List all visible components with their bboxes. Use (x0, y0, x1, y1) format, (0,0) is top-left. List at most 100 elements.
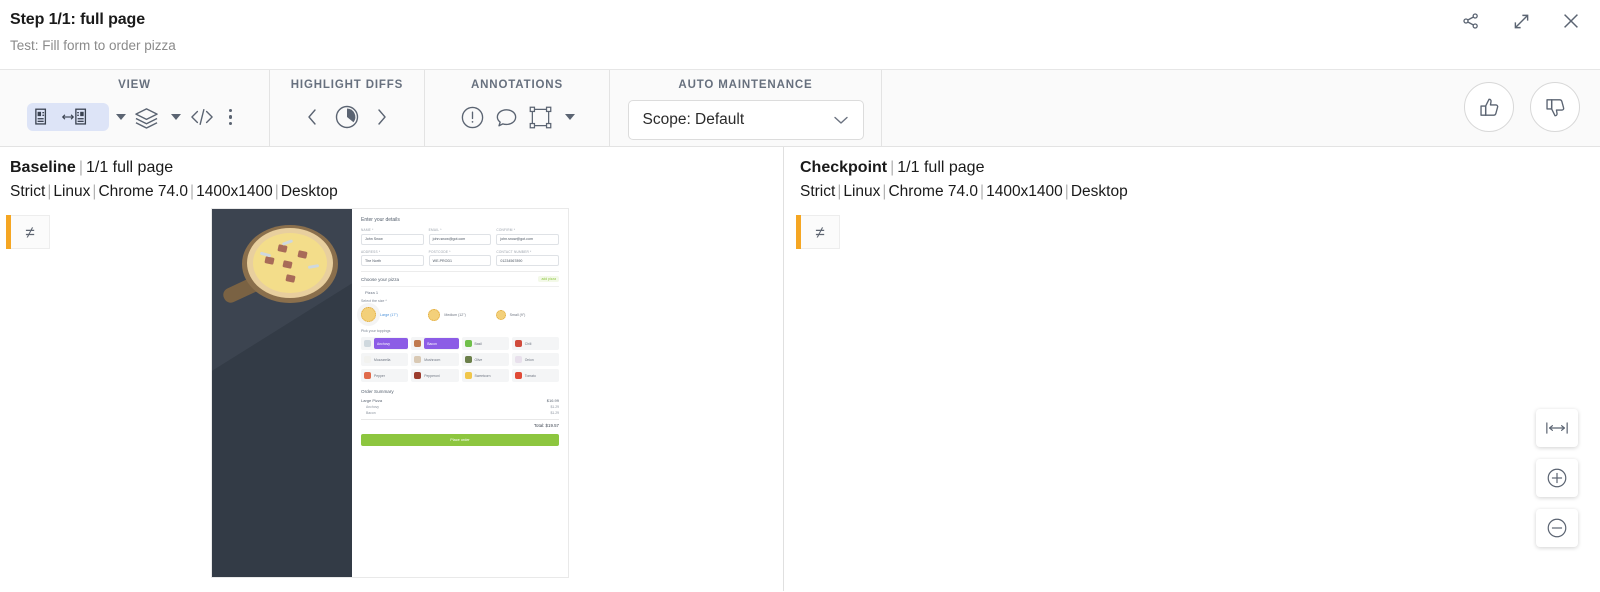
topping-option[interactable]: Mushroom (411, 353, 459, 366)
pizza-hero-image (212, 209, 352, 577)
close-icon[interactable] (1556, 6, 1586, 36)
topping-icon (414, 356, 422, 363)
compare-area: Baseline | 1/1 full page Strict | Linux | Chro… (0, 147, 1600, 591)
not-equal-icon: ≠ (25, 222, 35, 242)
next-diff-icon[interactable] (364, 100, 398, 134)
toolbar-spacer (882, 70, 1600, 146)
form-divider (361, 271, 559, 272)
scope-select[interactable]: Scope: Default (627, 100, 864, 140)
topping-icon (464, 340, 472, 347)
pane-checkpoint: Checkpoint | 1/1 full page Strict | Linux | Ch… (783, 147, 1566, 591)
topping-option[interactable]: Pepperoni (411, 369, 459, 382)
topping-option[interactable]: Bacon (411, 337, 459, 350)
place-order-button[interactable]: Place order (361, 433, 559, 446)
header-actions (1456, 6, 1586, 36)
checkpoint-diff-badge[interactable]: ≠ (796, 215, 840, 249)
choose-pizza-heading: Choose your pizza (361, 276, 400, 282)
pizza-pan-icon (220, 223, 344, 315)
feedback-buttons (1464, 82, 1580, 132)
topping-option[interactable]: Mozzarella (361, 353, 409, 366)
topping-option[interactable]: Pepper (361, 369, 409, 382)
field-address-input[interactable]: The North (361, 255, 424, 266)
choose-pizza-row: Choose your pizza add pizza (361, 276, 559, 282)
thumbs-up-button[interactable] (1464, 82, 1514, 132)
checkpoint-meta-browser: Chrome 74.0 (888, 183, 979, 200)
topping-option[interactable]: Onion (511, 353, 559, 366)
pizza-order-form: Enter your details NAME * John Snow EMAI… (352, 209, 568, 577)
summary-main-price: $16.99 (546, 398, 559, 403)
field-contact-input[interactable]: 01234567890 (496, 255, 560, 266)
baseline-diff-badge[interactable]: ≠ (6, 215, 50, 249)
prev-diff-icon[interactable] (296, 100, 330, 134)
topping-option[interactable]: Olive (461, 353, 509, 366)
topping-option[interactable]: Basil (461, 337, 509, 350)
field-postcode: POSTCODE * WE-PROD1 (428, 249, 492, 266)
pizza-accordion-item[interactable]: Pizza 1 (361, 286, 559, 299)
size-option-large-label: Large (17") (380, 312, 398, 317)
share-icon[interactable] (1456, 6, 1486, 36)
toolbar-section-auto-maintenance: AUTO MAINTENANCE Scope: Default (610, 70, 882, 146)
summary-total: Total: $19.57 (533, 422, 559, 428)
side-by-side-toggle[interactable] (26, 103, 109, 131)
field-postcode-input[interactable]: WE-PROD1 (428, 255, 492, 266)
view-mode-caret[interactable] (115, 114, 126, 120)
field-email: EMAIL * john.snow@got.com (428, 228, 492, 245)
layers-icon[interactable] (130, 100, 164, 134)
size-option-large[interactable]: Large (17") (361, 307, 424, 322)
summary-main-label: Large Pizza (361, 398, 383, 403)
issue-icon[interactable] (456, 100, 490, 134)
summary-item: Anchovy $1.29 (361, 405, 559, 409)
field-name-input[interactable]: John Snow (361, 233, 424, 245)
test-subtitle: Test: Fill form to order pizza (10, 38, 176, 53)
annotations-section-label: ANNOTATIONS (471, 79, 563, 91)
baseline-screenshot[interactable]: Enter your details NAME * John Snow EMAI… (212, 209, 568, 577)
baseline-subtitle: 1/1 full page (85, 159, 174, 176)
more-options-icon[interactable] (219, 108, 243, 126)
field-confirm-input[interactable]: john.snow@got.com (496, 233, 560, 245)
toppings-grid: Anchovy Bacon Basil Chili Mozzarella Mushroom… (361, 337, 559, 382)
expand-icon[interactable] (1506, 6, 1536, 36)
zoom-in-button[interactable] (1536, 459, 1578, 497)
topping-icon (364, 340, 371, 347)
baseline-meta-os: Linux (53, 183, 91, 200)
diff-viewer-app: Step 1/1: full page Test: Fill form to o… (0, 0, 1600, 592)
topping-icon (514, 356, 522, 363)
thumbs-down-button[interactable] (1530, 82, 1580, 132)
topping-label: Basil (474, 341, 482, 346)
view-section-label: VIEW (118, 79, 151, 91)
add-pizza-link[interactable]: add pizza (538, 276, 559, 282)
topping-label: Pepperoni (424, 373, 440, 378)
comment-icon[interactable] (490, 100, 524, 134)
checkpoint-subtitle: 1/1 full page (897, 159, 985, 176)
topping-option[interactable]: Tomato (511, 369, 559, 382)
auto-maintenance-section-label: AUTO MAINTENANCE (678, 79, 813, 91)
summary-item-price: $1.29 (550, 405, 560, 409)
region-icon[interactable] (524, 100, 558, 134)
fit-width-button[interactable] (1536, 409, 1578, 447)
scope-select-value: Scope: Default (642, 111, 745, 128)
topping-option[interactable]: Sweetcorn (461, 369, 509, 382)
baseline-meta-match: Strict (10, 183, 46, 200)
topping-label: Bacon (424, 338, 459, 349)
summary-item-price: $1.29 (550, 410, 560, 415)
size-option-small[interactable]: Small (9") (495, 307, 559, 322)
details-row-2: ADDRESS * The North POSTCODE * WE-PROD1 … (361, 249, 560, 266)
code-icon[interactable] (185, 100, 219, 134)
toolbar-section-annotations: ANNOTATIONS (425, 70, 610, 146)
topping-option[interactable]: Anchovy (361, 337, 409, 350)
layers-caret[interactable] (170, 114, 181, 120)
topping-option[interactable]: Chili (511, 337, 559, 350)
field-name: NAME * John Snow (361, 228, 424, 245)
checkpoint-meta-match: Strict (800, 183, 836, 200)
topping-icon (364, 372, 371, 379)
field-postcode-label: POSTCODE * (428, 249, 451, 254)
size-option-medium[interactable]: Medium (12") (428, 307, 491, 322)
toolbar-section-view: VIEW (0, 70, 270, 146)
diff-indicator-icon[interactable] (330, 100, 364, 134)
region-caret[interactable] (564, 114, 575, 120)
topping-label: Chili (524, 341, 532, 346)
field-email-input[interactable]: john.snow@got.com (428, 233, 492, 245)
topping-icon (414, 372, 422, 379)
zoom-out-button[interactable] (1536, 509, 1578, 547)
topping-icon (514, 372, 522, 379)
